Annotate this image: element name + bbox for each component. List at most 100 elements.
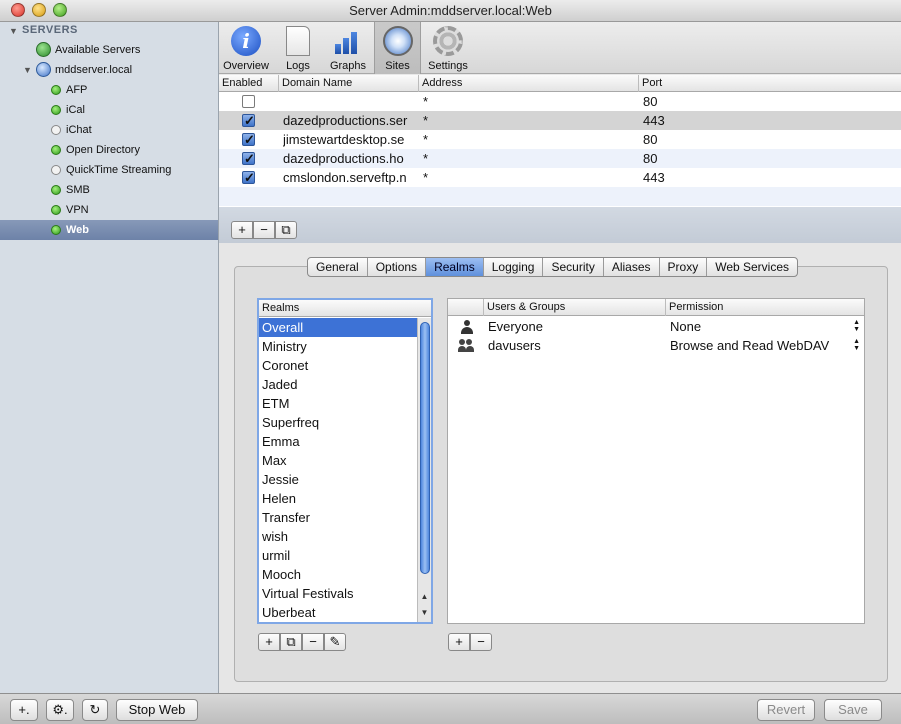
table-row[interactable]: Everyone None ▲ ▼ [448,317,864,336]
popup-arrows-icon[interactable]: ▲ ▼ [853,319,860,333]
sidebar-item-open-directory[interactable]: Open Directory [0,140,218,160]
realm-item[interactable]: ETM [259,394,417,413]
enabled-checkbox[interactable] [242,95,255,108]
action-gear-button[interactable]: ⚙. [46,699,74,721]
column-header-port[interactable]: Port [639,75,901,92]
table-row[interactable]: davusers Browse and Read WebDAV ▲ ▼ [448,336,864,355]
realm-item[interactable]: Superfreq [259,413,417,432]
edit-realm-button[interactable]: ✎ [324,633,346,651]
realm-item[interactable]: Jessie [259,470,417,489]
toolbar-label: Sites [385,60,410,72]
toolbar-label: Settings [428,60,468,72]
tab-logging[interactable]: Logging [484,258,544,276]
tab-aliases[interactable]: Aliases [604,258,660,276]
enabled-checkbox[interactable] [242,111,255,130]
sidebar-item-available-servers[interactable]: Available Servers [0,40,218,60]
realm-item[interactable]: Transfer [259,508,417,527]
enabled-checkbox[interactable] [242,130,255,149]
settings-button[interactable]: Settings [423,22,473,74]
table-row[interactable]: jimstewartdesktop.se * 80 [219,130,901,149]
realm-item[interactable]: Jaded [259,375,417,394]
tab-proxy[interactable]: Proxy [660,258,708,276]
domain-cell: cmslondon.serveftp.n [283,170,407,185]
sidebar-item-ichat[interactable]: iChat [0,120,218,140]
remove-site-button[interactable]: − [253,221,275,239]
enabled-checkbox[interactable] [242,149,255,168]
group-icon [458,339,476,353]
column-header-permission[interactable]: Permission [666,299,864,316]
remove-user-button[interactable]: − [470,633,492,651]
refresh-button[interactable]: ↻ [82,699,108,721]
table-row[interactable]: dazedproductions.ser * 443 [219,111,901,130]
sidebar-item-web[interactable]: Web [0,220,218,240]
enabled-checkbox[interactable] [242,168,255,187]
realm-item[interactable]: urmil [259,546,417,565]
gear-icon [433,26,463,56]
add-site-button[interactable]: + [231,221,253,239]
sidebar-item-server[interactable]: ▼ mddserver.local [0,60,218,80]
graphs-button[interactable]: Graphs [323,22,373,74]
realm-item[interactable]: Mooch [259,565,417,584]
table-header: Enabled Domain Name Address Port [219,75,901,92]
stop-web-button[interactable]: Stop Web [116,699,198,721]
add-realm-button[interactable]: + [258,633,280,651]
sidebar-item-vpn[interactable]: VPN [0,200,218,220]
realms-list[interactable]: Realms Overall Ministry Coronet Jaded ET… [257,298,433,624]
sidebar-item-quicktime-streaming[interactable]: QuickTime Streaming [0,160,218,180]
permission-popup[interactable]: None [670,317,701,336]
save-button[interactable]: Save [824,699,882,721]
duplicate-realm-button[interactable]: ⧉ [280,633,302,651]
column-header-enabled[interactable]: Enabled [219,75,279,92]
scrollbar-thumb[interactable] [420,322,430,574]
sidebar-item-smb[interactable]: SMB [0,180,218,200]
column-header-users-groups[interactable]: Users & Groups [484,299,666,316]
user-name: Everyone [488,319,543,334]
realm-item[interactable]: Virtual Festivals [259,584,417,603]
add-server-button[interactable]: +. [10,699,38,721]
table-row[interactable]: * 80 [219,92,901,111]
server-icon [36,62,51,77]
status-running-icon [51,145,61,155]
toolbar-label: Overview [223,60,269,72]
scroll-down-arrow-icon[interactable]: ▼ [418,606,431,620]
realm-item[interactable]: Uberbeat [259,603,417,622]
permission-popup[interactable]: Browse and Read WebDAV [670,336,829,355]
column-header-domain[interactable]: Domain Name [279,75,419,92]
sidebar-item-afp[interactable]: AFP [0,80,218,100]
table-row[interactable]: dazedproductions.ho * 80 [219,149,901,168]
sidebar-item-ical[interactable]: iCal [0,100,218,120]
table-row[interactable]: cmslondon.serveftp.n * 443 [219,168,901,187]
realm-item[interactable]: Max [259,451,417,470]
address-cell: * [423,113,429,128]
tab-security[interactable]: Security [543,258,604,276]
tab-general[interactable]: General [308,258,368,276]
tab-web-services[interactable]: Web Services [707,258,797,276]
add-user-button[interactable]: + [448,633,470,651]
tab-realms[interactable]: Realms [426,258,484,276]
remove-realm-button[interactable]: − [302,633,324,651]
realm-item[interactable]: wish [259,527,417,546]
port-cell: 443 [643,113,665,128]
realms-scrollbar[interactable]: ▲ ▼ [417,318,431,622]
disclosure-triangle-icon[interactable]: ▼ [9,26,18,36]
sites-button[interactable]: Sites [374,22,421,74]
tab-options[interactable]: Options [368,258,427,276]
disclosure-triangle-icon[interactable]: ▼ [23,60,32,80]
sidebar-item-label: AFP [66,84,88,96]
scroll-up-arrow-icon[interactable]: ▲ [418,590,431,604]
address-cell: * [423,94,429,109]
realm-item[interactable]: Overall [259,318,417,337]
available-servers-icon [36,42,51,57]
realm-item[interactable]: Emma [259,432,417,451]
duplicate-site-button[interactable]: ⧉ [275,221,297,239]
logs-button[interactable]: Logs [273,22,323,74]
realms-column-header[interactable]: Realms [259,300,431,317]
revert-button[interactable]: Revert [757,699,815,721]
users-groups-table[interactable]: Users & Groups Permission Everyone None … [447,298,865,624]
column-header-address[interactable]: Address [419,75,639,92]
realm-item[interactable]: Helen [259,489,417,508]
popup-arrows-icon[interactable]: ▲ ▼ [853,338,860,352]
overview-button[interactable]: i Overview [219,22,273,74]
realm-item[interactable]: Ministry [259,337,417,356]
realm-item[interactable]: Coronet [259,356,417,375]
